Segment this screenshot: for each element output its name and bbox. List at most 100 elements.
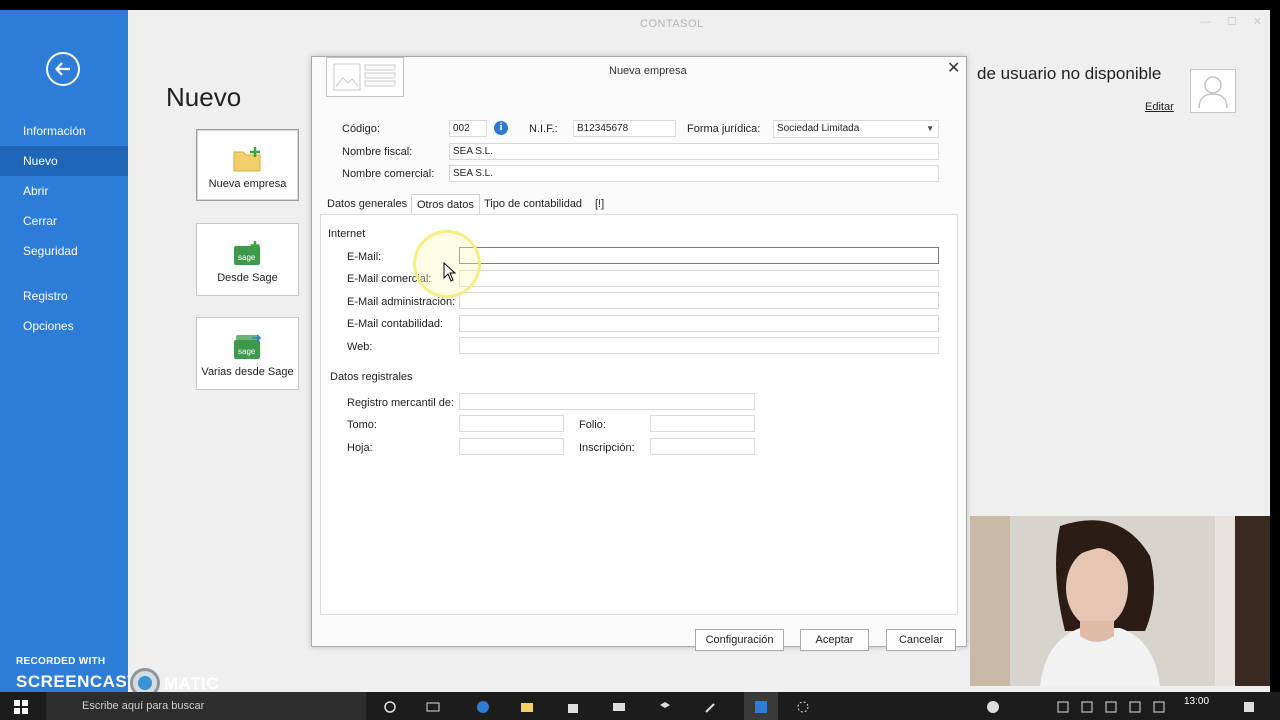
aceptar-button[interactable]: Aceptar [800,629,869,651]
back-arrow-icon [55,62,70,76]
folio-field[interactable] [650,415,755,432]
tray-icon-5[interactable] [1152,700,1166,714]
dialog-title: Nueva empresa [609,65,687,77]
nif-field[interactable]: B12345678 [573,120,676,137]
tile-label: Varias desde Sage [201,366,294,378]
menu-informacion[interactable]: Información [0,116,128,146]
tab-warning[interactable]: [!] [590,194,609,214]
mouse-pointer-icon [443,262,457,282]
tile-varias-desde-sage[interactable]: sage Varias desde Sage [196,317,299,390]
email-label: E-Mail: [347,251,382,263]
email-field[interactable] [459,247,939,264]
tab-datos-generales[interactable]: Datos generales [322,194,412,214]
backstage-menu: Información Nuevo Abrir Cerrar Seguridad… [0,116,128,341]
email-admin-field[interactable] [459,292,939,309]
web-field[interactable] [459,337,939,354]
dialog-close-icon[interactable]: ✕ [947,58,960,78]
menu-abrir[interactable]: Abrir [0,176,128,206]
watermark-line1: RECORDED WITH [16,656,106,667]
user-silhouette-icon [1198,76,1228,109]
close-window-icon[interactable]: ✕ [1253,16,1262,28]
nif-label: N.I.F.: [529,123,558,135]
registro-mercantil-field[interactable] [459,393,755,410]
menu-registro[interactable]: Registro [0,281,128,311]
nombre-comercial-label: Nombre comercial: [342,168,435,180]
tray-icon-4[interactable] [1128,700,1142,714]
user-avatar[interactable] [1190,69,1236,113]
back-button[interactable] [46,52,80,86]
action-center-icon[interactable] [1242,700,1256,714]
image-placeholder-icon [333,63,396,91]
registrales-section-title: Datos registrales [330,371,413,383]
file-explorer-icon[interactable] [520,700,534,714]
menu-opciones[interactable]: Opciones [0,311,128,341]
email-contab-field[interactable] [459,315,939,332]
minimize-icon[interactable]: — [1200,16,1211,28]
cancelar-button[interactable]: Cancelar [886,629,956,651]
screen-border [1270,0,1280,720]
company-logo-placeholder[interactable] [326,57,404,97]
windows-start-icon[interactable] [14,700,28,714]
window-controls: — ☐ ✕ [1184,15,1262,28]
app-title: CONTASOL [640,18,704,30]
tools-icon[interactable] [704,700,718,714]
tray-icon-3[interactable] [1104,700,1118,714]
codigo-label: Código: [342,123,380,135]
backstage-sidebar: Información Nuevo Abrir Cerrar Seguridad… [0,10,138,692]
tray-icon-2[interactable] [1080,700,1094,714]
web-label: Web: [347,341,373,353]
registro-mercantil-label: Registro mercantil de: [347,397,454,409]
tile-nueva-empresa[interactable]: Nueva empresa [196,129,299,201]
watermark-line2a: SCREENCAST [16,672,139,691]
maximize-icon[interactable]: ☐ [1227,16,1237,28]
tab-otros-datos[interactable]: Otros datos [411,194,480,215]
presenter-video-feed [970,516,1270,686]
hoja-field[interactable] [459,438,564,455]
tile-desde-sage[interactable]: sage Desde Sage [196,223,299,296]
hoja-label: Hoja: [347,442,373,454]
network-icon[interactable] [986,700,1000,714]
menu-nuevo[interactable]: Nuevo [0,146,128,176]
user-status-text: de usuario no disponible [977,64,1162,83]
windows-taskbar: Escribe aquí para buscar 13:00 [0,692,1280,720]
mail-icon[interactable] [612,700,626,714]
contasol-app-icon [755,701,767,713]
dropdown-arrow-icon: ▼ [926,124,934,133]
email-contab-label: E-Mail contabilidad: [347,318,443,330]
nombre-fiscal-field[interactable]: SEA S.L. [449,143,939,160]
edge-browser-icon[interactable] [476,700,490,714]
nueva-empresa-dialog: Nueva empresa ✕ Código: 002 i N.I.F.: B1… [311,56,967,651]
nombre-fiscal-label: Nombre fiscal: [342,146,413,158]
inscripcion-field[interactable] [650,438,755,455]
taskbar-search-box[interactable]: Escribe aquí para buscar [46,692,366,720]
email-admin-label: E-Mail administración: [347,296,456,308]
edit-user-link[interactable]: Editar [1145,101,1174,113]
internet-section-title: Internet [328,228,366,240]
dropbox-icon[interactable] [658,700,672,714]
info-icon[interactable]: i [494,121,508,135]
store-icon[interactable] [566,700,580,714]
webcam-overlay [970,516,1270,686]
menu-cerrar[interactable]: Cerrar [0,206,128,236]
tile-label: Nueva empresa [208,178,287,190]
snipping-tool-icon[interactable] [796,700,810,714]
menu-gap [0,266,128,281]
svg-text:sage: sage [238,347,256,356]
tomo-field[interactable] [459,415,564,432]
nombre-comercial-field[interactable]: SEA S.L. [449,165,939,182]
codigo-field[interactable]: 002 [449,120,487,137]
contasol-taskbar-active[interactable] [744,692,778,720]
configuracion-button[interactable]: Configuración [695,629,784,651]
tray-icon-1[interactable] [1056,700,1070,714]
forma-juridica-value: Sociedad Limitada [777,123,860,134]
menu-seguridad[interactable]: Seguridad [0,236,128,266]
email-comercial-field[interactable] [459,270,939,287]
cortana-icon[interactable] [383,700,397,714]
tab-tipo-contabilidad[interactable]: Tipo de contabilidad [479,194,587,214]
watermark-line2b: MATIC [164,674,220,693]
taskbar-clock[interactable]: 13:00 [1184,696,1209,707]
forma-juridica-label: Forma jurídica: [687,123,761,135]
forma-juridica-select[interactable]: Sociedad Limitada ▼ [773,120,939,138]
task-view-icon[interactable] [426,700,440,714]
sage-multi-import-icon: sage [233,334,261,359]
